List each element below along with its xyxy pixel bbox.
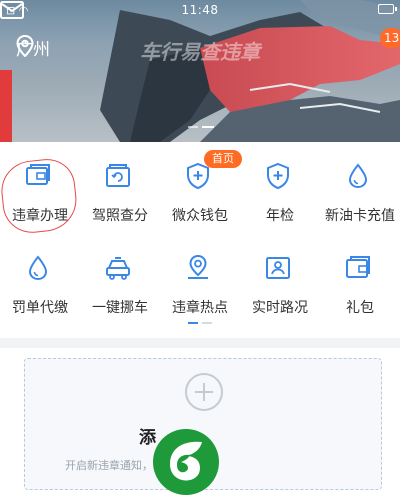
banner-accent bbox=[0, 70, 12, 142]
app-logo-overlay bbox=[153, 429, 219, 495]
fuel-drop-icon bbox=[348, 163, 368, 189]
banner-watermark: 车行易查违章 bbox=[140, 40, 260, 64]
service-label: 微众钱包 bbox=[172, 208, 228, 224]
add-card-hint: 开启新违章通知， bbox=[65, 459, 153, 472]
location-pin-icon bbox=[16, 35, 34, 57]
shield-plus-icon bbox=[187, 162, 209, 190]
service-fuel-card-topup[interactable]: 新油卡充值 bbox=[320, 142, 400, 224]
indicator-dot-active bbox=[188, 322, 198, 324]
drop-icon bbox=[28, 255, 48, 281]
license-refresh-icon bbox=[106, 164, 130, 187]
indicator-dot-active bbox=[202, 126, 214, 128]
service-grid: 首页 违章办理 驾照查分 微众钱包 年检 新油卡充值 罚单代缴 一键挪车 违章热… bbox=[0, 142, 400, 338]
message-count-badge: 13 bbox=[380, 28, 400, 48]
service-live-traffic[interactable]: 实时路况 bbox=[240, 234, 320, 316]
section-divider bbox=[0, 338, 400, 348]
add-plus-icon[interactable] bbox=[185, 373, 223, 411]
service-label: 年检 bbox=[266, 208, 294, 224]
indicator-dot bbox=[202, 322, 212, 324]
service-wallet[interactable]: 微众钱包 bbox=[160, 142, 240, 224]
app-screen: ⊡ ◠ 11:48 车行易查违章 广州 13 首页 违章办理 驾照查分 微众钱包… bbox=[0, 0, 400, 496]
service-fine-payment[interactable]: 罚单代缴 bbox=[0, 234, 80, 316]
service-move-car[interactable]: 一键挪车 bbox=[80, 234, 160, 316]
battery-icon bbox=[378, 4, 397, 14]
service-label: 礼包 bbox=[346, 300, 374, 316]
car-icon bbox=[106, 257, 130, 280]
map-person-icon bbox=[266, 257, 290, 279]
city-selector[interactable]: 广州 bbox=[16, 35, 50, 60]
service-violation-hotspots[interactable]: 违章热点 bbox=[160, 234, 240, 316]
status-time: 11:48 bbox=[181, 3, 219, 17]
shield-plus-icon bbox=[267, 162, 289, 190]
service-label: 一键挪车 bbox=[92, 300, 148, 316]
banner-carousel[interactable]: ⊡ ◠ 11:48 车行易查违章 广州 13 bbox=[0, 0, 400, 142]
banner-page-indicator bbox=[188, 126, 214, 128]
indicator-dot bbox=[188, 126, 198, 128]
service-license-points[interactable]: 驾照查分 bbox=[80, 142, 160, 224]
mail-icon[interactable] bbox=[0, 0, 24, 20]
service-annual-inspection[interactable]: 年检 bbox=[240, 142, 320, 224]
location-pin-icon bbox=[188, 254, 208, 279]
status-bar: ⊡ ◠ 11:48 bbox=[0, 0, 400, 22]
service-label: 驾照查分 bbox=[92, 208, 148, 224]
service-label: 实时路况 bbox=[252, 300, 308, 316]
service-label: 新油卡充值 bbox=[325, 208, 395, 224]
grid-page-indicator bbox=[188, 322, 212, 324]
service-gift-pack[interactable]: 礼包 bbox=[320, 234, 400, 316]
gift-wallet-icon bbox=[346, 256, 370, 278]
service-label: 违章热点 bbox=[172, 300, 228, 316]
